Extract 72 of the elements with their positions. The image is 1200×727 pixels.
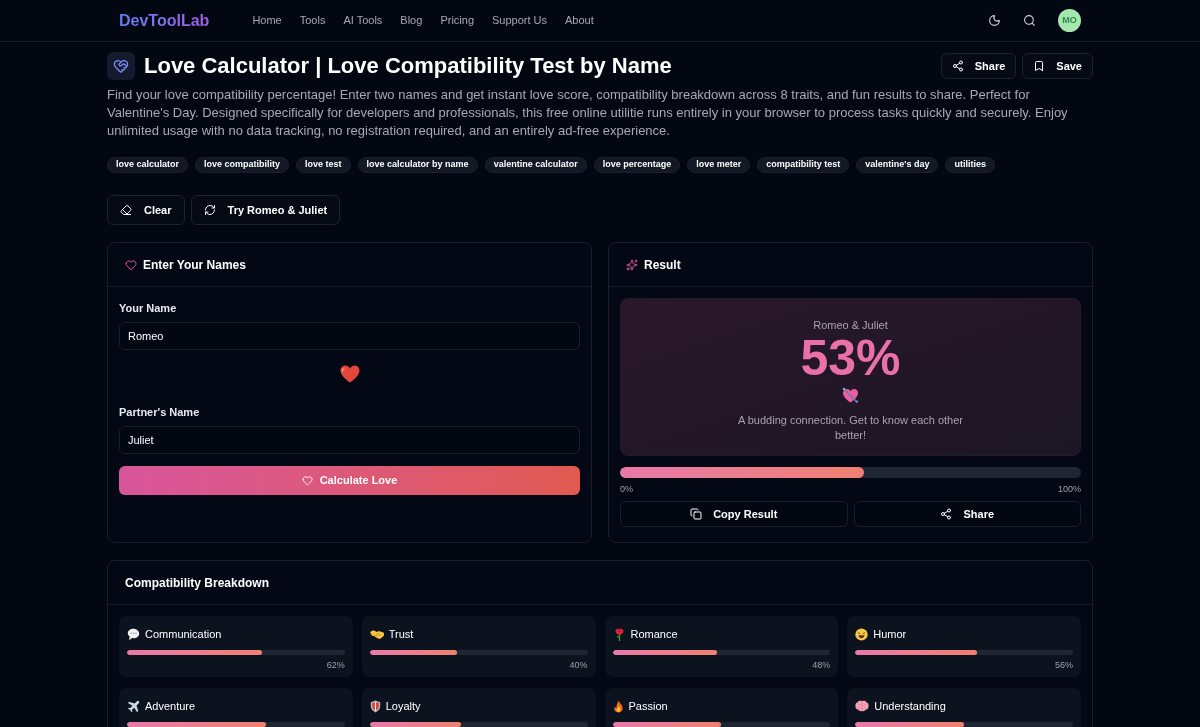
theme-toggle-icon[interactable] xyxy=(988,14,1001,27)
trait-name: Romance xyxy=(630,626,678,642)
toolbar-button[interactable]: Clear xyxy=(107,195,185,225)
trait-percentage: 62% xyxy=(326,659,345,671)
love-score: 53% xyxy=(800,333,901,383)
nav-link[interactable]: Home xyxy=(252,12,282,29)
calculate-love-button[interactable]: Calculate Love xyxy=(119,466,580,495)
laughing-face-icon xyxy=(855,627,869,641)
eraser-icon xyxy=(120,204,132,216)
trait-name: Understanding xyxy=(874,698,946,714)
nav-link[interactable]: Blog xyxy=(400,12,423,29)
search-icon[interactable] xyxy=(1023,14,1036,27)
speech-bubble-icon xyxy=(127,627,140,641)
share-icon xyxy=(940,508,953,520)
trait-name: Adventure xyxy=(145,698,196,714)
card-title: Enter Your Names xyxy=(143,256,246,274)
heart-outline-icon xyxy=(125,258,137,271)
keyword-tag: love test xyxy=(296,157,351,173)
trait-name: Humor xyxy=(873,626,907,642)
nav-link[interactable]: AI Tools xyxy=(343,12,383,29)
nav-link[interactable]: Pricing xyxy=(440,12,474,29)
keyword-tag: valentine calculator xyxy=(484,157,587,173)
header-action-button[interactable]: Save xyxy=(1022,53,1093,79)
trait-percentage: 56% xyxy=(1055,659,1073,671)
heart-handshake-icon xyxy=(107,52,135,80)
result-message: A budding connection. Get to know each other better! xyxy=(736,413,964,443)
page-description: Find your love compatibility percentage! Enter two names and get instant love score, compatibility breakdown across 8 traits, and fun results to share. Perfect for Valentine's Day. Designed specifically for developers and professionals, this free online utilitie runs entirely in your browser to process tasks quickly and securely. Enjoy unlimited usage with no data tracking, no registration required, and an entirely ad-free experience. xyxy=(107,86,1069,140)
keyword-tag: love percentage xyxy=(593,157,681,173)
refresh-icon xyxy=(203,204,216,216)
field-label: Your Name xyxy=(119,301,177,315)
handshake-icon xyxy=(369,628,384,640)
scale-max-label: 100% xyxy=(1057,483,1081,495)
sparkles-icon xyxy=(626,258,638,271)
trait-percentage: 48% xyxy=(812,659,831,671)
scale-min-label: 0% xyxy=(620,483,633,495)
heart-icon xyxy=(339,365,360,383)
keyword-tag: love compatibility xyxy=(195,157,290,173)
heart-outline-icon xyxy=(301,475,313,486)
bookmark-icon xyxy=(1033,60,1046,72)
card-title: Result xyxy=(644,256,681,274)
heart-arrow-icon xyxy=(842,387,859,404)
card-title: Compatibility Breakdown xyxy=(125,574,270,592)
shield-icon xyxy=(369,699,381,713)
trait-name: Loyalty xyxy=(385,698,421,714)
nav-link[interactable]: About xyxy=(565,12,594,29)
name-input[interactable]: Romeo xyxy=(119,322,580,350)
page-title: Love Calculator | Love Compatibility Test by Name xyxy=(144,55,672,77)
trait-name: Communication xyxy=(145,626,222,642)
trait-name: Trust xyxy=(388,626,414,642)
couple-names: Romeo & Juliet xyxy=(813,318,888,332)
keyword-tag: valentine's day xyxy=(856,157,939,173)
nav-link[interactable]: Support Us xyxy=(492,12,548,29)
name-input[interactable]: Juliet xyxy=(119,426,580,454)
keyword-tag: utilities xyxy=(945,157,995,173)
keyword-tag: love calculator by name xyxy=(357,157,478,173)
trait-percentage: 40% xyxy=(569,659,588,671)
keyword-tag: compatibility test xyxy=(757,157,850,173)
trait-name: Passion xyxy=(628,698,668,714)
nav-link[interactable]: Tools xyxy=(299,12,326,29)
keyword-tag: love meter xyxy=(687,157,751,173)
rose-icon xyxy=(612,627,626,641)
copy-icon xyxy=(690,508,703,520)
result-action-button[interactable]: Share xyxy=(853,501,1081,527)
header-action-button[interactable]: Share xyxy=(940,53,1017,79)
brain-icon xyxy=(855,700,870,712)
result-action-button[interactable]: Copy Result xyxy=(620,501,848,527)
toolbar-button[interactable]: Try Romeo & Juliet xyxy=(190,195,341,225)
keyword-tag: love calculator xyxy=(107,157,189,173)
flame-icon xyxy=(612,699,624,713)
field-label: Partner's Name xyxy=(119,405,200,419)
airplane-icon xyxy=(127,699,140,713)
share-icon xyxy=(951,60,964,72)
